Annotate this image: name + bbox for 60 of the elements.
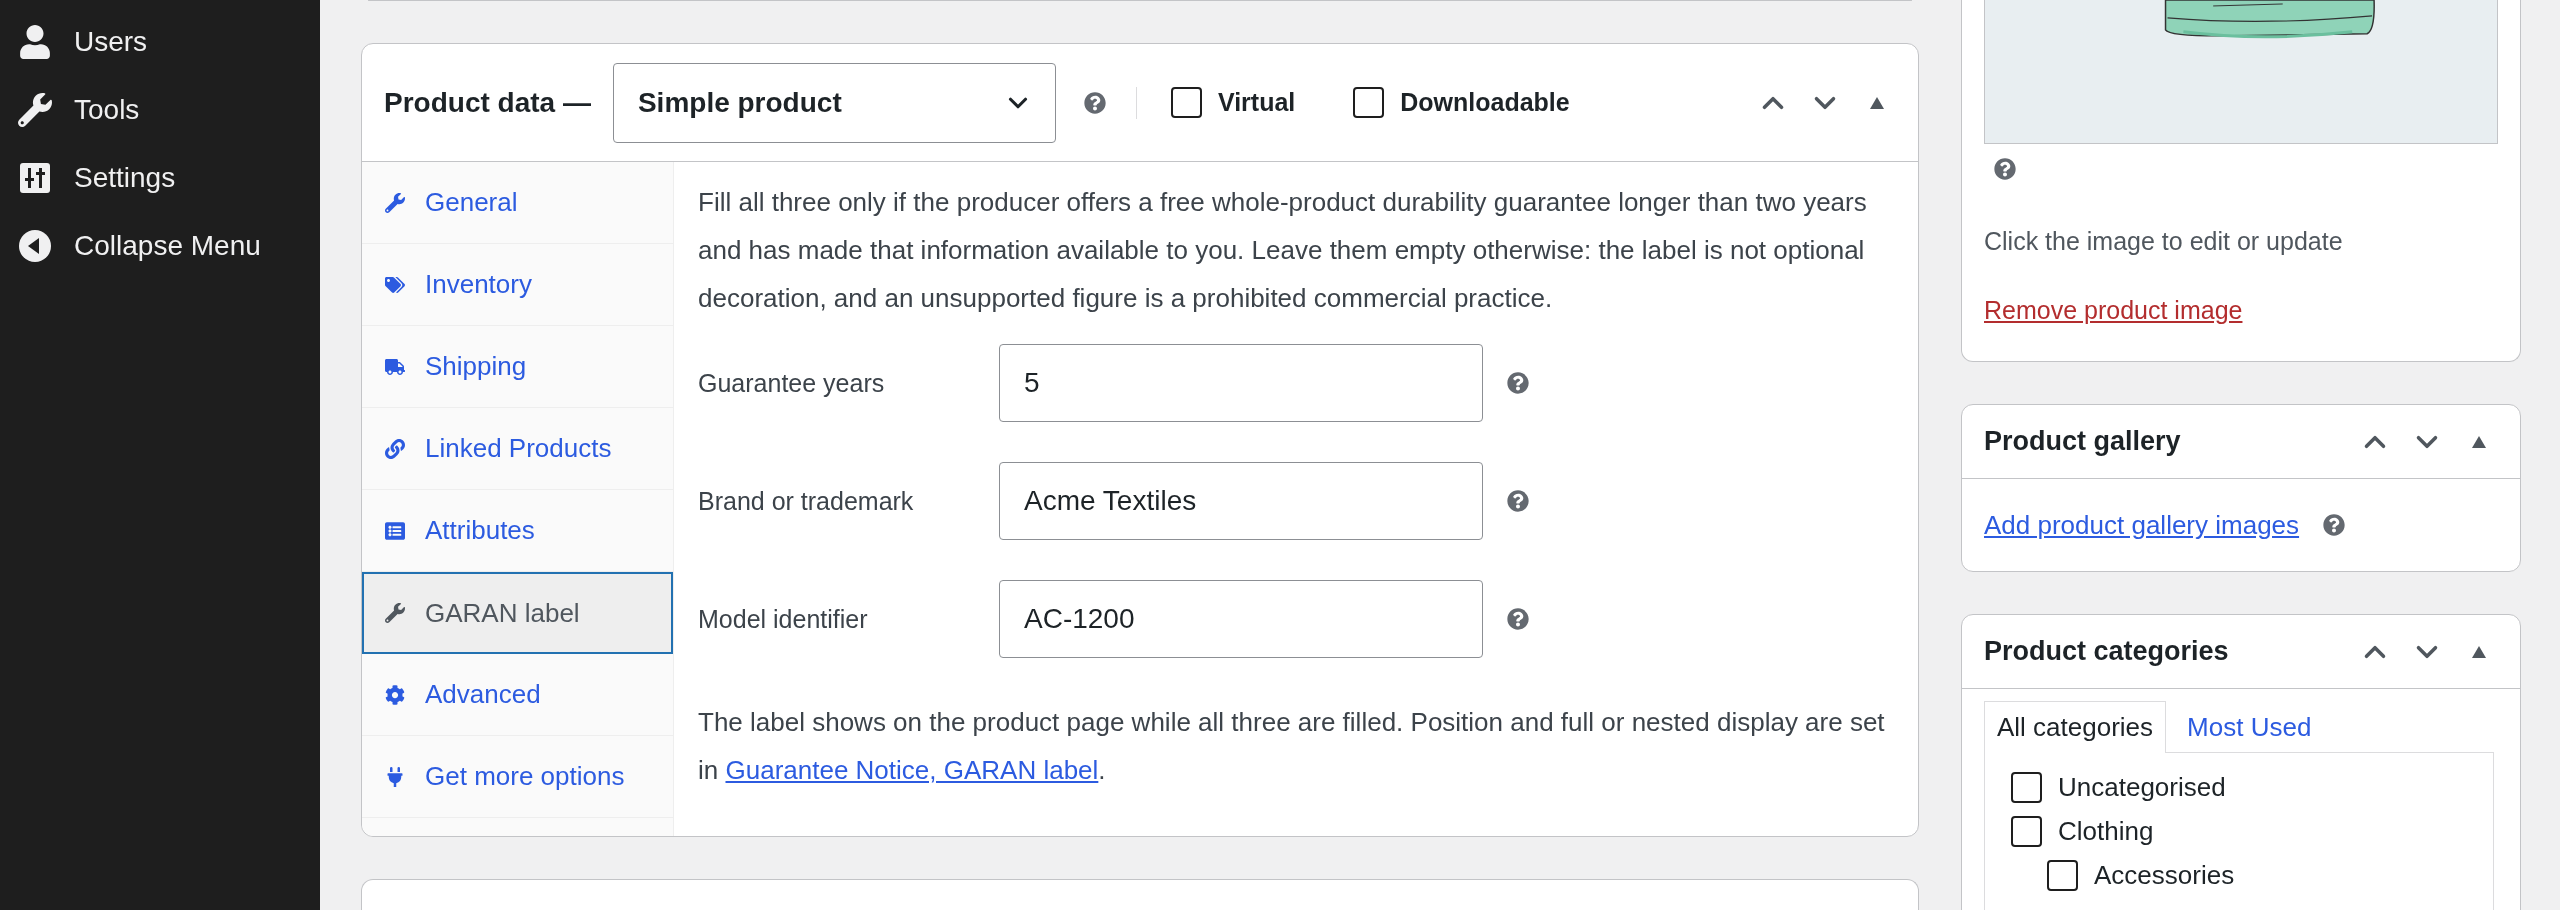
admin-menu-item[interactable]: Settings (0, 144, 320, 212)
help-icon (1994, 158, 2016, 180)
admin-menu-item[interactable]: Users (0, 8, 320, 76)
truck-icon (385, 356, 405, 377)
product-type-select[interactable]: Simple product (612, 62, 1056, 143)
help-icon (2323, 514, 2346, 536)
category-tab[interactable]: All categories (1984, 701, 2167, 753)
category-checkbox[interactable] (2011, 771, 2042, 803)
help-icon (1507, 608, 1529, 630)
panel-title: Product categories (1984, 636, 2229, 667)
wrench-icon (18, 93, 52, 127)
panel-tab[interactable]: Inventory (362, 244, 673, 326)
add-gallery-link[interactable]: Add product gallery images (1984, 509, 2300, 541)
settings-link[interactable]: Guarantee Notice, GARAN label (725, 755, 1099, 785)
panel-tab[interactable]: Shipping (362, 326, 673, 408)
remove-image-link[interactable]: Remove product image (1984, 295, 2243, 325)
arrow-circle-icon (18, 229, 52, 263)
image-hint-text: Click the image to edit or update (1984, 226, 2343, 257)
input-field[interactable]: Acme Textiles (999, 462, 1483, 540)
input-field[interactable]: AC-1200 (999, 580, 1483, 658)
panel-tab[interactable]: Advanced (362, 654, 673, 736)
category-label: Clothing (2058, 815, 2154, 847)
panel-tab[interactable]: GARAN label (362, 572, 673, 654)
gear-icon (385, 684, 405, 705)
panel-tab[interactable]: Linked Products (362, 408, 673, 490)
panel-title: Product data — (384, 86, 591, 119)
field-label: Model identifier (698, 604, 869, 635)
collapse-icon (2471, 434, 2487, 449)
list-icon (385, 520, 405, 541)
category-label: Uncategorised (2058, 771, 2226, 803)
sliders-icon (18, 161, 52, 195)
field-label: Brand or trademark (698, 486, 915, 517)
wrench-icon (385, 603, 405, 623)
option-checkbox[interactable] (1353, 87, 1385, 118)
input-field[interactable]: 5 (999, 344, 1483, 422)
collapse-icon (2471, 644, 2487, 659)
option-checkbox[interactable] (1170, 87, 1202, 118)
panel-tab[interactable]: Get more options (362, 736, 673, 818)
link-icon (385, 438, 405, 459)
category-checkbox[interactable] (2047, 859, 2078, 891)
category-checkbox[interactable] (2011, 815, 2042, 847)
admin-menu-item[interactable]: Tools (0, 76, 320, 144)
user-icon (18, 25, 52, 59)
panel-title: Product gallery (1984, 426, 2181, 457)
help-icon (1507, 490, 1529, 512)
option-label: Virtual (1217, 88, 1296, 117)
plug-icon (385, 766, 405, 787)
panel-tab[interactable]: General (362, 162, 673, 244)
admin-menu-item[interactable]: Collapse Menu (0, 212, 320, 280)
help-icon (1507, 372, 1529, 394)
help-icon (1083, 91, 1106, 114)
option-label: Downloadable (1400, 88, 1570, 117)
intro-text: Fill all three only if the producer offers a free whole-product durability guarantee longer than two years and has made that information available to you. Leave them empty otherwise: the label is not optional decoration, and an unsupported figure is a prohibited commercial practice. (698, 186, 1868, 315)
wrench-icon (385, 192, 405, 213)
tag-icon (385, 274, 405, 295)
category-label: Accessories (2094, 859, 2235, 891)
collapse-icon (1869, 95, 1885, 110)
field-label: Guarantee years (698, 368, 886, 399)
category-tab[interactable]: Most Used (2174, 701, 2325, 753)
note-text: The label shows on the product page while all three are filled. Position and full or nested display are set in Guarantee Notice, GARAN label. (698, 706, 1886, 787)
